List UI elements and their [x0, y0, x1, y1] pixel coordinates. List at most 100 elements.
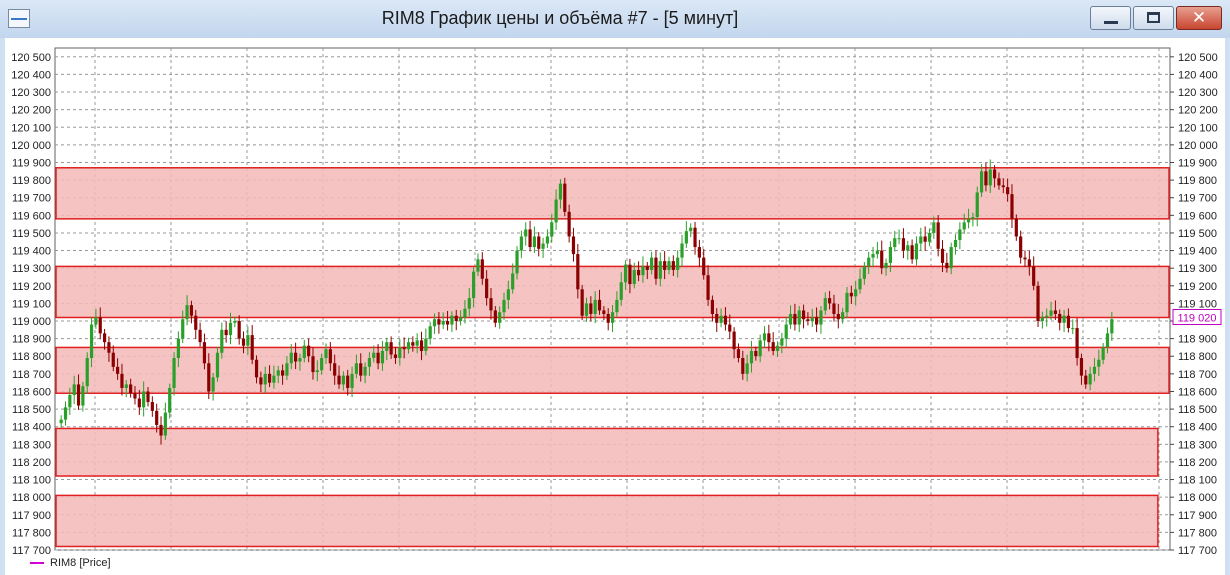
- candle-body: [120, 373, 124, 388]
- candle-body: [641, 266, 645, 276]
- y-tick-label-left: 120 500: [11, 52, 51, 64]
- candle-body: [185, 305, 189, 320]
- candle-body: [346, 375, 350, 388]
- candle-body: [784, 324, 788, 339]
- y-tick-label-left: 118 800: [12, 351, 51, 363]
- candle-body: [841, 312, 845, 320]
- candle-body: [919, 236, 923, 244]
- candle-body: [85, 358, 89, 387]
- candle-body: [302, 345, 306, 359]
- candle-body: [380, 350, 385, 364]
- candle-body: [1079, 358, 1084, 376]
- y-tick-label-left: 119 400: [12, 246, 51, 258]
- y-tick-label-left: 118 100: [12, 475, 51, 487]
- candle-body: [432, 319, 437, 327]
- candle-body: [984, 171, 988, 186]
- candle-body: [1036, 285, 1040, 322]
- candle-body: [854, 289, 858, 297]
- y-tick-label-left: 117 900: [12, 510, 51, 522]
- candle-body: [932, 222, 936, 233]
- candle-body: [767, 333, 771, 343]
- candle-body: [788, 313, 793, 325]
- candle-body: [680, 243, 684, 258]
- candle-body: [289, 352, 293, 364]
- candle-body: [1062, 315, 1066, 323]
- candle-body: [415, 340, 419, 346]
- y-tick-label-left: 119 500: [12, 228, 51, 240]
- candle-body: [215, 352, 220, 378]
- y-tick-label-left: 119 000: [12, 316, 51, 328]
- candle-body: [116, 366, 120, 374]
- candle-body: [706, 275, 710, 300]
- candle-body: [233, 321, 237, 323]
- candle-body: [76, 384, 81, 406]
- candle-body: [958, 229, 962, 240]
- y-tick-label-right: 118 400: [1178, 422, 1217, 434]
- candle-body: [719, 315, 723, 323]
- y-tick-label-right: 119 300: [1178, 263, 1217, 275]
- candle-body: [862, 266, 866, 279]
- y-tick-label-left: 118 400: [12, 422, 51, 434]
- candle-body: [1071, 328, 1075, 330]
- candle-body: [628, 264, 632, 285]
- candle-body: [966, 218, 971, 223]
- candle-body: [589, 303, 593, 314]
- candle-body: [194, 315, 198, 330]
- candle-body: [849, 292, 853, 297]
- title-bar[interactable]: RIM8 График цены и объёма #7 - [5 минут]…: [0, 0, 1230, 38]
- y-tick-label-right: 119 200: [1178, 281, 1217, 293]
- candle-body: [906, 245, 910, 251]
- candle-body: [1049, 310, 1053, 316]
- minimize-button[interactable]: [1090, 6, 1131, 30]
- candle-body: [354, 363, 358, 374]
- candle-body: [142, 391, 146, 408]
- y-tick-label-left: 120 300: [11, 87, 51, 99]
- y-tick-label-left: 118 300: [12, 439, 51, 451]
- y-tick-label-left: 119 800: [12, 175, 51, 187]
- close-button[interactable]: ✕: [1176, 6, 1222, 30]
- candle-body: [771, 342, 775, 351]
- candle-body: [741, 358, 745, 374]
- y-tick-label-right: 119 900: [1178, 157, 1217, 169]
- y-tick-label-right: 120 300: [1178, 87, 1218, 99]
- candle-body: [676, 257, 680, 270]
- maximize-button[interactable]: [1133, 6, 1174, 30]
- candle-body: [979, 171, 984, 193]
- price-chart[interactable]: 120 500 120 500 120 400 120 400 120 300 120 3…: [5, 38, 1225, 575]
- candle-body: [511, 273, 515, 290]
- candle-body: [454, 315, 458, 322]
- candle-body: [458, 317, 463, 322]
- candle-body: [172, 358, 176, 388]
- y-tick-label-right: 119 600: [1178, 210, 1217, 222]
- y-tick-label-right: 117 900: [1178, 510, 1217, 522]
- candle-body: [606, 313, 610, 323]
- candle-body: [988, 169, 992, 186]
- candle-body: [68, 394, 72, 408]
- y-tick-label-right: 117 700: [1178, 545, 1217, 557]
- candle-body: [63, 407, 68, 420]
- y-tick-label-left: 119 300: [12, 263, 51, 275]
- candle-body: [1006, 187, 1010, 195]
- candle-body: [645, 266, 649, 270]
- candle-body: [580, 289, 584, 316]
- candle-body: [328, 349, 332, 364]
- candle-body: [615, 299, 619, 313]
- y-tick-label-right: 118 500: [1178, 404, 1217, 416]
- y-tick-label-left: 120 000: [11, 140, 51, 152]
- candle-body: [780, 338, 784, 346]
- candle-body: [1027, 259, 1031, 267]
- candle-body: [1053, 310, 1057, 314]
- window-title: RIM8 График цены и объёма #7 - [5 минут]: [381, 8, 739, 28]
- candle-body: [124, 384, 128, 388]
- candle-body: [893, 238, 897, 248]
- candle-body: [411, 342, 415, 346]
- candle-body: [1010, 194, 1014, 219]
- y-tick-label-right: 117 800: [1178, 527, 1217, 539]
- y-tick-label-right: 119 800: [1178, 175, 1217, 187]
- candle-body: [914, 243, 919, 260]
- candle-body: [1105, 333, 1110, 348]
- legend-label: RIM8 [Price]: [50, 557, 111, 569]
- candle-body: [1075, 328, 1079, 359]
- candle-body: [59, 419, 63, 424]
- y-tick-label-left: 119 200: [12, 281, 51, 293]
